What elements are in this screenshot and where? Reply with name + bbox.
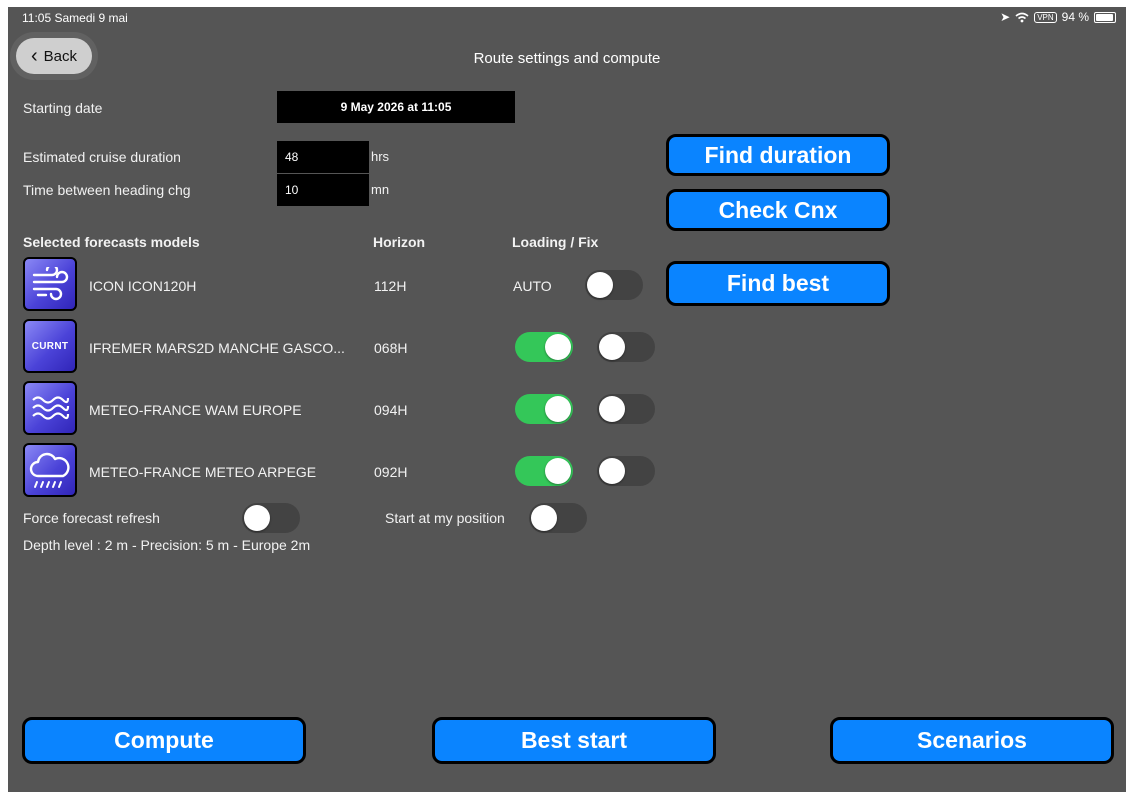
battery-icon <box>1094 11 1116 23</box>
header-models: Selected forecasts models <box>23 234 200 250</box>
fix-toggle[interactable] <box>585 270 643 300</box>
duration-field[interactable]: 48 <box>277 141 369 173</box>
check-cnx-button[interactable]: Check Cnx <box>666 189 890 231</box>
forecast-row: ICON ICON120H 112H AUTO <box>23 255 663 315</box>
duration-label: Estimated cruise duration <box>23 149 181 165</box>
wind-icon[interactable] <box>23 257 77 311</box>
model-horizon: 094H <box>374 402 408 418</box>
depth-info: Depth level : 2 m - Precision: 5 m - Eur… <box>23 537 311 553</box>
status-indicators: ➤ VPN 94 % <box>1000 10 1116 24</box>
forecast-row: CURNT IFREMER MARS2D MANCHE GASCO... 068… <box>23 317 673 377</box>
duration-unit: hrs <box>371 149 390 164</box>
starting-date-label: Starting date <box>23 100 103 116</box>
fix-toggle[interactable] <box>597 394 655 424</box>
model-horizon: 068H <box>374 340 408 356</box>
forecast-row: METEO-FRANCE METEO ARPEGE 092H <box>23 441 673 501</box>
header-horizon: Horizon <box>373 234 426 250</box>
heading-label: Time between heading chg <box>23 182 191 198</box>
model-name: METEO-FRANCE METEO ARPEGE <box>89 464 317 480</box>
waves-icon[interactable] <box>23 381 77 435</box>
status-time-date: 11:05 Samedi 9 mai <box>22 11 128 25</box>
fix-toggle[interactable] <box>597 332 655 362</box>
model-horizon: 092H <box>374 464 408 480</box>
scenarios-button[interactable]: Scenarios <box>830 717 1114 764</box>
cloud-rain-icon[interactable] <box>23 443 77 497</box>
header-loading-fix: Loading / Fix <box>512 234 599 250</box>
current-icon[interactable]: CURNT <box>23 319 77 373</box>
loading-toggle[interactable] <box>515 456 573 486</box>
start-position-label: Start at my position <box>385 510 505 526</box>
model-horizon: 112H <box>374 278 407 294</box>
model-name: IFREMER MARS2D MANCHE GASCO... <box>89 340 345 356</box>
model-name: METEO-FRANCE WAM EUROPE <box>89 402 302 418</box>
loading-toggle[interactable] <box>515 332 573 362</box>
fix-toggle[interactable] <box>597 456 655 486</box>
heading-field[interactable]: 10 <box>277 174 369 206</box>
model-name: ICON ICON120H <box>89 278 197 294</box>
loading-auto-label: AUTO <box>513 278 552 294</box>
loading-toggle[interactable] <box>515 394 573 424</box>
page-title: Route settings and compute <box>473 50 661 67</box>
forecast-row: METEO-FRANCE WAM EUROPE 094H <box>23 379 673 439</box>
force-refresh-toggle[interactable] <box>242 503 300 533</box>
app-screen: 11:05 Samedi 9 mai ➤ VPN 94 % ‹ Back Rou… <box>8 7 1126 792</box>
find-best-button[interactable]: Find best <box>666 261 890 306</box>
start-position-toggle[interactable] <box>529 503 587 533</box>
location-arrow-icon: ➤ <box>1000 10 1011 24</box>
force-refresh-label: Force forecast refresh <box>23 510 160 526</box>
battery-percent: 94 % <box>1061 10 1089 24</box>
starting-date-field[interactable]: 9 May 2026 at 11:05 <box>277 91 515 123</box>
vpn-badge: VPN <box>1034 11 1057 23</box>
heading-unit: mn <box>371 182 390 197</box>
wifi-icon <box>1015 12 1029 22</box>
best-start-button[interactable]: Best start <box>432 717 716 764</box>
find-duration-button[interactable]: Find duration <box>666 134 890 176</box>
current-icon-text: CURNT <box>31 340 69 352</box>
compute-button[interactable]: Compute <box>22 717 306 764</box>
